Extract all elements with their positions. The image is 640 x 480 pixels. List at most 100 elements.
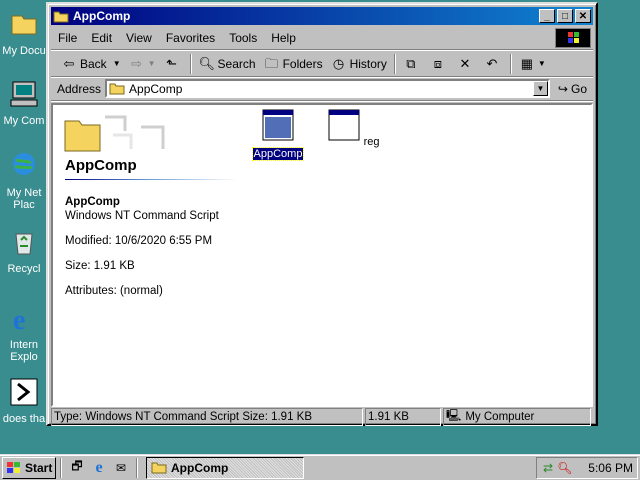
toolbar-separator <box>509 53 512 74</box>
back-arrow-icon: ⇦ <box>63 55 75 71</box>
address-label: Address <box>57 81 102 96</box>
address-input[interactable]: AppComp ▼ <box>105 79 550 98</box>
file-item-appcomp[interactable]: AppComp <box>243 109 313 161</box>
menu-help[interactable]: Help <box>264 31 303 45</box>
internet-explorer-icon: e <box>95 458 103 476</box>
desktop-icon-recycle-bin[interactable]: Recycl <box>0 226 48 275</box>
standard-toolbar: ⇦ Back ▼ ⇨ ▼ ⬑ 🔍︎ Search 🗀 Folders ◷ His… <box>51 51 593 77</box>
folder-view[interactable]: AppComp AppComp Windows NT Command Scrip… <box>51 103 593 407</box>
history-icon: ◷ <box>332 55 345 71</box>
quicklaunch-show-desktop[interactable]: 🗗 <box>67 458 87 478</box>
title-divider <box>65 179 237 180</box>
minimize-button[interactable]: _ <box>539 9 555 23</box>
taskbar-separator <box>136 457 138 478</box>
forward-button[interactable]: ⇨ ▼ <box>125 53 160 75</box>
menu-favorites[interactable]: Favorites <box>159 31 222 45</box>
close-button[interactable]: ✕ <box>575 9 591 23</box>
search-button[interactable]: 🔍︎ Search <box>195 53 260 75</box>
copy-to-button[interactable]: ⧈ <box>426 53 453 75</box>
folder-title: AppComp <box>65 157 137 174</box>
explorer-window[interactable]: AppComp _ □ ✕ File Edit View Favorites T… <box>46 2 598 426</box>
title-bar[interactable]: AppComp _ □ ✕ <box>51 7 593 25</box>
status-main: Type: Windows NT Command Script Size: 1.… <box>51 408 363 426</box>
taskbar-button-appcomp[interactable]: AppComp <box>146 456 304 479</box>
folder-icon <box>109 83 125 95</box>
desktop-icon-label: Recycl <box>7 263 41 275</box>
menu-view[interactable]: View <box>119 31 159 45</box>
desktop-icon-label: My Docu <box>2 45 46 57</box>
menu-tools[interactable]: Tools <box>222 31 264 45</box>
folders-button[interactable]: 🗀 Folders <box>260 53 327 75</box>
address-value: AppComp <box>129 81 183 96</box>
delete-button[interactable]: ✕ <box>453 53 480 75</box>
command-script-icon <box>262 109 294 141</box>
command-script-icon <box>328 109 360 141</box>
status-zone: 🖳 My Computer <box>443 408 591 426</box>
recycle-bin-icon <box>15 233 33 255</box>
detail-file-type: Windows NT Command Script <box>65 210 219 222</box>
undo-button[interactable]: ↶ <box>480 53 507 75</box>
taskbar-separator <box>60 457 62 478</box>
maximize-button[interactable]: □ <box>557 9 573 23</box>
status-zone-label: My Computer <box>465 411 535 423</box>
chevron-down-icon: ▼ <box>147 59 156 68</box>
taskbar: Start 🗗 e ✉ AppComp ⇄ 🔍︎ 5:06 PM <box>0 454 640 480</box>
history-label: History <box>349 56 387 71</box>
forward-arrow-icon: ⇨ <box>131 55 143 71</box>
quicklaunch-internet-explorer[interactable]: e <box>89 458 109 478</box>
menu-file[interactable]: File <box>51 31 84 45</box>
network-places-icon <box>13 153 35 175</box>
detail-modified: Modified: 10/6/2020 6:55 PM <box>65 235 213 247</box>
back-label: Back <box>80 56 107 71</box>
chevron-down-icon: ▼ <box>537 59 546 68</box>
folders-icon: 🗀 <box>265 55 279 71</box>
file-item-reg[interactable]: reg <box>319 109 389 148</box>
my-computer-icon <box>10 81 38 107</box>
views-button[interactable]: ▦ ▼ <box>515 53 550 75</box>
back-button[interactable]: ⇦ Back ▼ <box>57 53 125 75</box>
show-desktop-icon: 🗗 <box>71 459 83 473</box>
desktop-icon-internet-explorer[interactable]: e Intern Explo <box>0 302 48 363</box>
svg-text:e: e <box>13 305 25 334</box>
clock[interactable]: 5:06 PM <box>588 461 633 475</box>
desktop-icon-label: does tha <box>2 413 46 425</box>
start-label: Start <box>25 460 53 475</box>
status-bar: Type: Windows NT Command Script Size: 1.… <box>51 408 593 426</box>
network-icon[interactable]: ⇄ <box>543 461 553 475</box>
go-button[interactable]: ↪ Go <box>558 82 587 96</box>
file-label: reg <box>363 136 380 148</box>
menu-edit[interactable]: Edit <box>84 31 119 45</box>
up-folder-button[interactable]: ⬑ <box>160 53 187 75</box>
desktop-icon-shortcut[interactable]: does tha <box>0 376 48 425</box>
copy-to-icon: ⧈ <box>433 55 443 71</box>
shortcut-icon <box>10 378 38 406</box>
history-button[interactable]: ◷ History <box>327 53 391 75</box>
quicklaunch-outlook[interactable]: ✉ <box>111 458 131 478</box>
address-bar: Address AppComp ▼ ↪ Go <box>51 77 593 101</box>
desktop-icon-my-computer[interactable]: My Com <box>0 78 48 127</box>
my-documents-icon <box>11 15 37 35</box>
status-size: 1.91 KB <box>365 408 441 426</box>
move-to-button[interactable]: ⧉ <box>399 53 426 75</box>
detail-attributes: Attributes: (normal) <box>65 285 163 297</box>
internet-explorer-icon: e <box>13 305 25 336</box>
desktop-icon-my-documents[interactable]: My Docu <box>0 8 48 57</box>
toolbar-separator <box>189 53 192 74</box>
desktop-icon-label-line2: Explo <box>10 351 38 363</box>
detail-size: Size: 1.91 KB <box>65 260 135 272</box>
address-dropdown-button[interactable]: ▼ <box>532 81 548 96</box>
move-to-icon: ⧉ <box>406 55 416 71</box>
volume-icon[interactable]: 🔍︎ <box>557 461 572 475</box>
go-arrow-icon: ↪ <box>557 81 568 96</box>
task-label: AppComp <box>171 460 229 475</box>
chevron-down-icon: ▼ <box>112 59 121 68</box>
file-label: AppComp <box>251 147 305 161</box>
delete-icon: ✕ <box>459 55 471 71</box>
start-button[interactable]: Start <box>2 456 56 479</box>
desktop-icon-label: Intern <box>9 339 39 351</box>
desktop-icon-label: My Net <box>6 187 42 199</box>
detail-file-name: AppComp <box>65 196 120 208</box>
search-label: Search <box>217 56 256 71</box>
system-tray: ⇄ 🔍︎ 5:06 PM <box>536 457 638 479</box>
desktop-icon-network-places[interactable]: My Net Plac <box>0 150 48 211</box>
